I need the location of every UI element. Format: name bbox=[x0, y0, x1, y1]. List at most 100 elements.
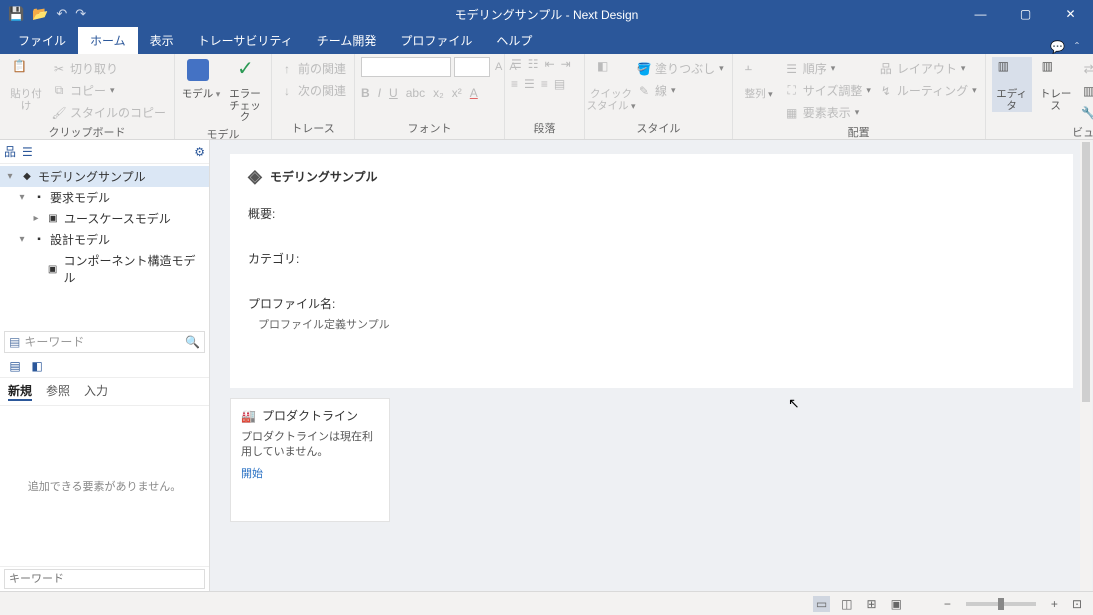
view-mode-3-icon[interactable]: ⊞ bbox=[864, 596, 880, 612]
fit-button[interactable]: ⊡ bbox=[1069, 596, 1085, 612]
collapse-ribbon-icon[interactable]: ˆ bbox=[1075, 40, 1079, 54]
style-icon: ◧ bbox=[597, 59, 625, 87]
zoom-slider[interactable] bbox=[966, 602, 1036, 606]
superscript-button[interactable]: x² bbox=[452, 86, 462, 100]
zoom-out-button[interactable]: − bbox=[941, 596, 954, 612]
cut-button[interactable]: ✂切り取り bbox=[50, 59, 168, 78]
minimize-button[interactable]: — bbox=[958, 0, 1003, 28]
routing-icon: ↯ bbox=[879, 84, 893, 98]
tab-file[interactable]: ファイル bbox=[6, 27, 78, 54]
scrollbar-track[interactable] bbox=[1080, 140, 1092, 591]
editor-button[interactable]: ▥ エディタ bbox=[992, 57, 1032, 112]
align-button[interactable]: ⫠ 整列 bbox=[739, 57, 779, 101]
number-list-button[interactable]: ☷ bbox=[528, 57, 539, 71]
prev-relation-button[interactable]: ↑前の関連 bbox=[278, 59, 348, 78]
font-family-combo[interactable] bbox=[361, 57, 451, 77]
italic-button[interactable]: I bbox=[378, 86, 381, 100]
tab-traceability[interactable]: トレーサビリティ bbox=[186, 27, 305, 54]
fill-button[interactable]: 🪣塗りつぶし bbox=[635, 59, 726, 78]
align-right-button[interactable]: ≡ bbox=[541, 77, 548, 91]
editor-icon: ▥ bbox=[998, 59, 1026, 87]
tab-view[interactable]: 表示 bbox=[138, 27, 186, 54]
model-button[interactable]: モデル bbox=[181, 57, 221, 101]
underline-button[interactable]: U bbox=[389, 86, 398, 100]
redo-icon[interactable]: ↷ bbox=[75, 6, 86, 22]
line-button[interactable]: ✎線 bbox=[635, 81, 726, 100]
font-grow-button[interactable]: A bbox=[493, 57, 504, 77]
diagram-icon: ▣ bbox=[46, 213, 60, 225]
resize-icon: ⛶ bbox=[785, 84, 799, 98]
bullet-list-button[interactable]: ☰ bbox=[511, 57, 522, 71]
swap-button[interactable]: ⇄左右を入れ替え bbox=[1080, 59, 1093, 78]
collapse-icon[interactable]: ▾ bbox=[16, 192, 28, 203]
font-color-button[interactable]: A bbox=[470, 86, 478, 100]
tree-node-usecase[interactable]: ▸ ▣ ユースケースモデル bbox=[0, 208, 209, 229]
view-mode-1-icon[interactable]: ▭ bbox=[813, 596, 830, 612]
copy-button[interactable]: ⧉コピー bbox=[50, 81, 168, 100]
start-link[interactable]: 開始 bbox=[241, 465, 263, 481]
feedback-icon[interactable]: 💬 bbox=[1050, 40, 1065, 54]
display-button[interactable]: ▦要素表示 bbox=[783, 103, 873, 122]
cube-icon: ◈ bbox=[248, 166, 262, 187]
view-mode-4-icon[interactable]: ▣ bbox=[888, 596, 905, 612]
next-relation-button[interactable]: ↓次の関連 bbox=[278, 81, 348, 100]
open-icon[interactable]: 📂 bbox=[32, 6, 48, 22]
inspector-button[interactable]: 🔧インスペクタ bbox=[1080, 103, 1093, 122]
group-clipboard-label: クリップボード bbox=[6, 122, 168, 142]
panel-tab-2[interactable]: ◧ bbox=[28, 357, 46, 375]
bold-button[interactable]: B bbox=[361, 86, 370, 100]
align-left-button[interactable]: ≡ bbox=[511, 77, 518, 91]
collapse-icon[interactable]: ▾ bbox=[16, 234, 28, 245]
panel-tab-1[interactable]: ▤ bbox=[6, 357, 24, 375]
zoom-in-button[interactable]: + bbox=[1048, 596, 1061, 612]
trace-view-button[interactable]: ▥ トレース bbox=[1036, 57, 1076, 112]
save-icon[interactable]: 💾 bbox=[8, 6, 24, 22]
subscript-button[interactable]: x₂ bbox=[433, 86, 444, 100]
pen-icon: ✎ bbox=[637, 84, 651, 98]
strike-button[interactable]: abc bbox=[406, 86, 425, 100]
tree-node-component[interactable]: ▣ コンポーネント構造モデル bbox=[0, 250, 209, 288]
nav-options-icon[interactable]: ⚙ bbox=[194, 145, 205, 159]
quick-style-button[interactable]: ◧ クイック スタイル bbox=[591, 57, 631, 112]
card-body: プロダクトラインは現在利用していません。 bbox=[241, 430, 379, 461]
format-painter-button[interactable]: 🖌スタイルのコピー bbox=[50, 103, 168, 122]
collapse-icon[interactable]: ▾ bbox=[4, 171, 16, 182]
close-button[interactable]: ✕ bbox=[1048, 0, 1093, 28]
tree-node-design[interactable]: ▾ ▪ 設計モデル bbox=[0, 229, 209, 250]
sub-editor-button[interactable]: ▥サブエディタ bbox=[1080, 81, 1093, 100]
routing-button[interactable]: ↯ルーティング bbox=[877, 81, 979, 100]
outdent-button[interactable]: ⇤ bbox=[545, 57, 555, 71]
justify-button[interactable]: ▤ bbox=[554, 77, 565, 91]
indent-button[interactable]: ⇥ bbox=[561, 57, 571, 71]
tree-node-requirements[interactable]: ▾ ▪ 要求モデル bbox=[0, 187, 209, 208]
tab-input[interactable]: 入力 bbox=[84, 382, 108, 401]
nav-list-icon[interactable]: ☰ bbox=[22, 145, 33, 159]
order-button[interactable]: ☰順序 bbox=[783, 59, 873, 78]
group-font-label: フォント bbox=[361, 118, 498, 138]
layout-button[interactable]: 品レイアウト bbox=[877, 59, 979, 78]
error-check-button[interactable]: エラーチェック bbox=[225, 57, 265, 124]
undo-icon[interactable]: ↶ bbox=[56, 6, 67, 22]
nav-tree-icon[interactable]: 品 bbox=[4, 143, 16, 160]
align-center-button[interactable]: ☰ bbox=[524, 77, 535, 91]
tab-home[interactable]: ホーム bbox=[78, 27, 138, 54]
search-icon[interactable]: 🔍 bbox=[185, 335, 200, 349]
tab-profile[interactable]: プロファイル bbox=[388, 27, 484, 54]
tab-team[interactable]: チーム開発 bbox=[305, 27, 389, 54]
maximize-button[interactable]: ▢ bbox=[1003, 0, 1048, 28]
expand-icon[interactable]: ▸ bbox=[30, 213, 42, 224]
bottom-keyword-input[interactable] bbox=[4, 569, 205, 589]
up-arrow-icon: ↑ bbox=[280, 62, 294, 76]
group-paragraph-label: 段落 bbox=[511, 118, 578, 138]
view-mode-2-icon[interactable]: ◫ bbox=[838, 596, 855, 612]
keyword-search[interactable]: ▤ キーワード 🔍 bbox=[4, 331, 205, 353]
scrollbar-thumb[interactable] bbox=[1082, 142, 1090, 402]
tab-new[interactable]: 新規 bbox=[8, 382, 32, 401]
tab-reference[interactable]: 参照 bbox=[46, 382, 70, 401]
font-size-combo[interactable] bbox=[454, 57, 490, 77]
bucket-icon: 🪣 bbox=[637, 62, 651, 76]
paste-button[interactable]: 📋 貼り付け bbox=[6, 57, 46, 112]
size-button[interactable]: ⛶サイズ調整 bbox=[783, 81, 873, 100]
tree-root[interactable]: ▾ ◆ モデリングサンプル bbox=[0, 166, 209, 187]
tab-help[interactable]: ヘルプ bbox=[484, 27, 544, 54]
